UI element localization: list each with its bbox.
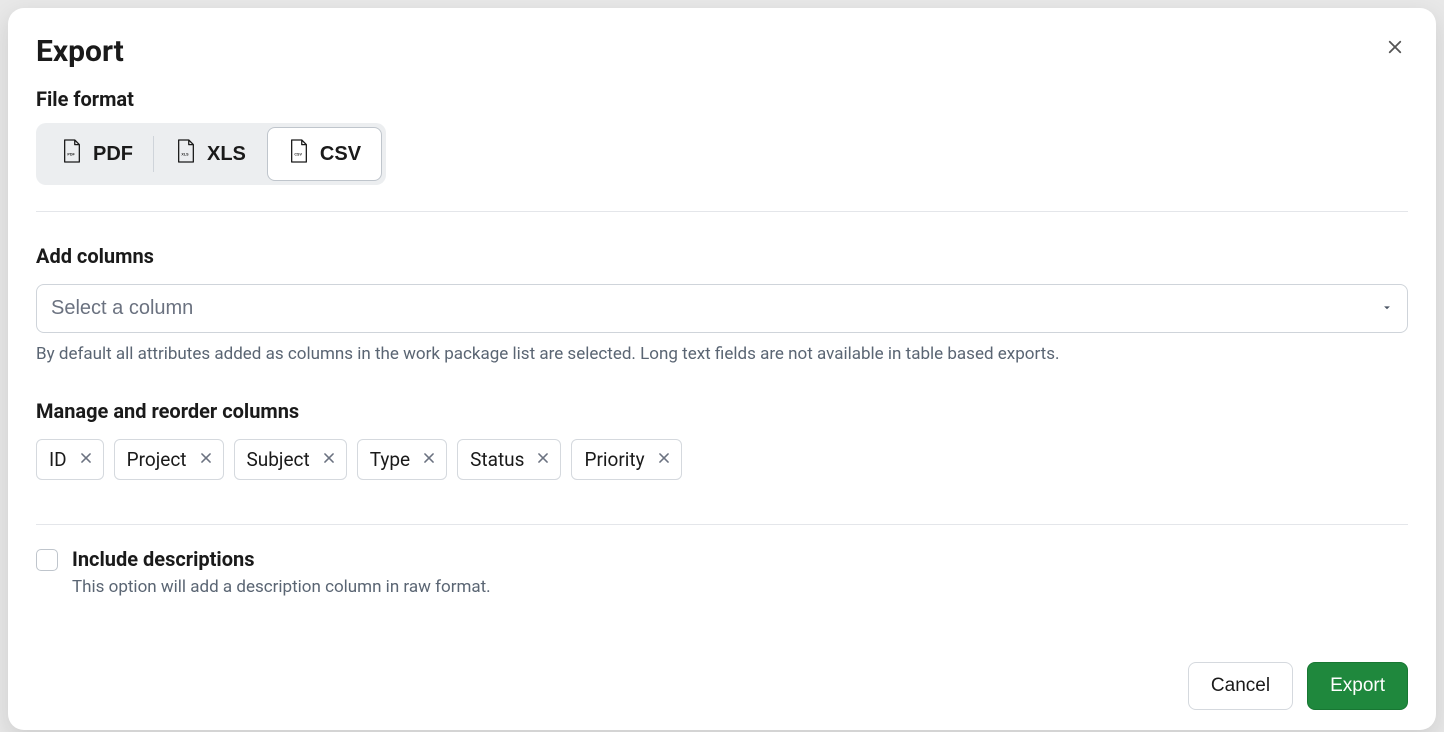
close-icon <box>1386 38 1404 59</box>
manage-columns-label: Manage and reorder columns <box>36 399 1408 423</box>
export-modal: Export File format PDF PDF XLS XLS CSV C… <box>8 8 1436 730</box>
include-descriptions-label: Include descriptions <box>72 547 491 571</box>
add-columns-select-wrap: Select a column <box>36 284 1408 333</box>
remove-column-priority-button[interactable] <box>657 451 671 468</box>
file-pdf-icon: PDF <box>61 138 83 170</box>
format-option-csv[interactable]: CSV CSV <box>267 127 382 181</box>
file-format-label: File format <box>36 87 1408 111</box>
svg-text:CSV: CSV <box>294 153 302 157</box>
svg-text:PDF: PDF <box>67 153 75 157</box>
column-chip-status[interactable]: Status <box>457 439 561 480</box>
remove-column-type-button[interactable] <box>422 451 436 468</box>
modal-title: Export <box>36 34 124 69</box>
close-icon <box>322 451 336 468</box>
close-icon <box>79 451 93 468</box>
modal-header: Export <box>36 34 1408 69</box>
remove-column-subject-button[interactable] <box>322 451 336 468</box>
include-descriptions-hint: This option will add a description colum… <box>72 577 491 597</box>
file-xls-icon: XLS <box>175 138 197 170</box>
close-icon <box>536 451 550 468</box>
modal-backdrop: Export File format PDF PDF XLS XLS CSV C… <box>0 0 1444 732</box>
file-csv-icon: CSV <box>288 138 310 170</box>
remove-column-status-button[interactable] <box>536 451 550 468</box>
format-option-xls[interactable]: XLS XLS <box>154 127 267 181</box>
column-chip-label: Type <box>370 448 410 471</box>
format-option-label: XLS <box>207 143 246 166</box>
column-chip-priority[interactable]: Priority <box>571 439 681 480</box>
close-icon <box>199 451 213 468</box>
close-icon <box>422 451 436 468</box>
column-chip-label: Status <box>470 448 524 471</box>
svg-text:XLS: XLS <box>181 153 189 157</box>
add-columns-select[interactable]: Select a column <box>36 284 1408 333</box>
column-chips: ID Project Subject Type Status Priority <box>36 439 1408 480</box>
column-chip-id[interactable]: ID <box>36 439 104 480</box>
add-columns-placeholder: Select a column <box>51 297 193 319</box>
divider <box>36 211 1408 212</box>
include-descriptions-checkbox[interactable] <box>36 549 58 571</box>
column-chip-label: ID <box>49 448 67 471</box>
cancel-button[interactable]: Cancel <box>1188 662 1293 710</box>
close-icon <box>657 451 671 468</box>
divider <box>36 524 1408 525</box>
modal-footer: Cancel Export <box>36 642 1408 710</box>
close-button[interactable] <box>1382 34 1408 63</box>
file-format-toggle-group: PDF PDF XLS XLS CSV CSV <box>36 123 386 185</box>
export-button[interactable]: Export <box>1307 662 1408 710</box>
format-option-label: CSV <box>320 143 361 166</box>
remove-column-id-button[interactable] <box>79 451 93 468</box>
include-descriptions-row: Include descriptions This option will ad… <box>36 547 1408 597</box>
column-chip-label: Priority <box>584 448 644 471</box>
add-columns-hint: By default all attributes added as colum… <box>36 343 1408 367</box>
remove-column-project-button[interactable] <box>199 451 213 468</box>
column-chip-subject[interactable]: Subject <box>234 439 347 480</box>
format-option-pdf[interactable]: PDF PDF <box>40 127 154 181</box>
include-descriptions-text: Include descriptions This option will ad… <box>72 547 491 597</box>
column-chip-label: Project <box>127 448 187 471</box>
add-columns-label: Add columns <box>36 244 1408 268</box>
column-chip-label: Subject <box>247 448 310 471</box>
format-option-label: PDF <box>93 143 133 166</box>
column-chip-project[interactable]: Project <box>114 439 224 480</box>
column-chip-type[interactable]: Type <box>357 439 447 480</box>
